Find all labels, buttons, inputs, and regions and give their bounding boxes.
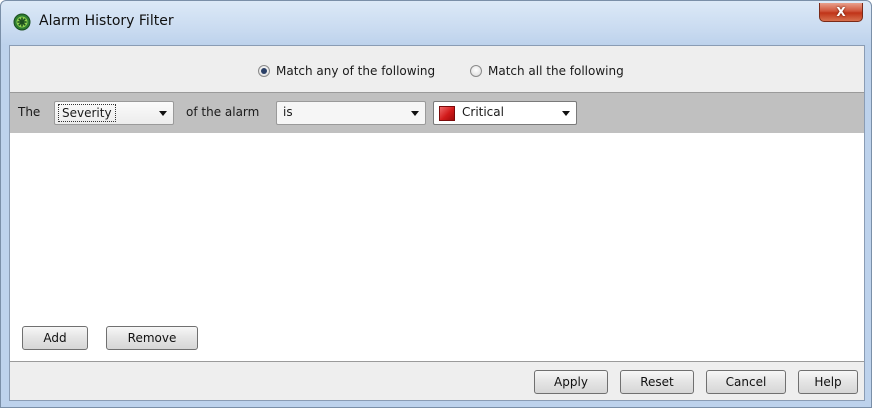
cancel-button[interactable]: Cancel <box>706 370 786 394</box>
window-title: Alarm History Filter <box>39 13 174 29</box>
field-select[interactable]: Severity <box>54 101 174 125</box>
filter-criteria-list[interactable]: The Severity of the alarm is Critical <box>10 92 864 362</box>
dialog-content: Match any of the following Match all the… <box>9 45 865 401</box>
match-all-label[interactable]: Match all the following <box>488 64 624 78</box>
chevron-down-icon <box>159 111 167 116</box>
close-button[interactable]: X <box>819 3 863 22</box>
severity-select-value: Critical <box>462 105 504 119</box>
severity-select[interactable]: Critical <box>433 101 577 125</box>
chevron-down-icon <box>411 111 419 116</box>
criteria-row[interactable]: The Severity of the alarm is Critical <box>10 93 864 133</box>
operator-select-value: is <box>283 105 293 119</box>
criteria-middle-label: of the alarm <box>186 105 260 119</box>
severity-critical-icon <box>439 106 455 121</box>
alarm-history-filter-dialog: Alarm History Filter X Match any of the … <box>0 0 872 408</box>
match-all-radio[interactable] <box>470 65 482 77</box>
match-any-radio[interactable] <box>258 65 270 77</box>
criteria-prefix-label: The <box>18 105 41 119</box>
green-gear-icon <box>13 13 31 31</box>
remove-button[interactable]: Remove <box>106 326 198 350</box>
apply-button[interactable]: Apply <box>534 370 608 394</box>
reset-button[interactable]: Reset <box>620 370 694 394</box>
chevron-down-icon <box>562 111 570 116</box>
close-icon: X <box>836 5 846 19</box>
match-any-label[interactable]: Match any of the following <box>276 64 435 78</box>
add-button[interactable]: Add <box>22 326 88 350</box>
match-mode-group: Match any of the following Match all the… <box>10 62 864 82</box>
field-select-value: Severity <box>58 104 116 122</box>
title-bar[interactable]: Alarm History Filter X <box>1 1 871 45</box>
help-button[interactable]: Help <box>798 370 858 394</box>
operator-select[interactable]: is <box>276 101 426 125</box>
